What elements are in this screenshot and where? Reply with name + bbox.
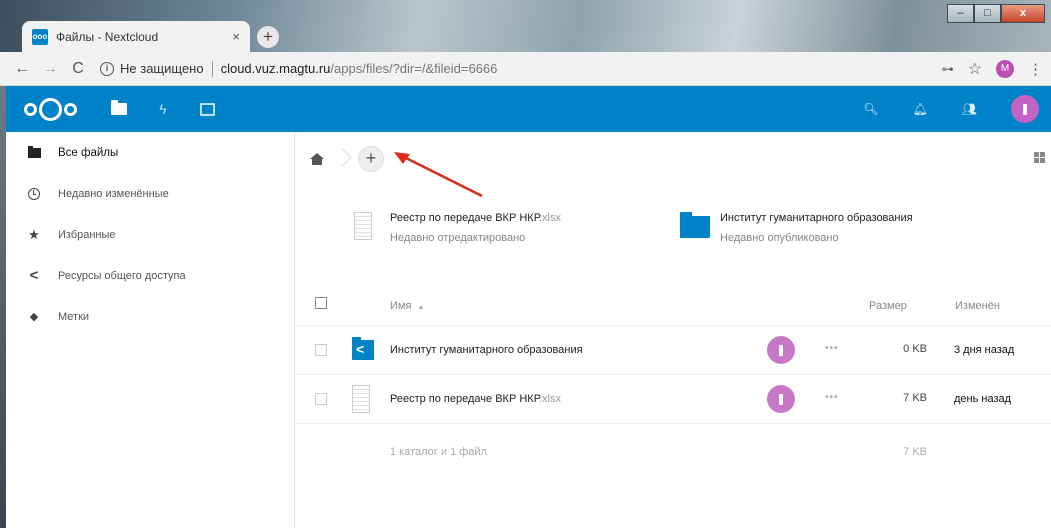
- maximize-button[interactable]: □: [974, 4, 1001, 23]
- header-actions: 🔍︎ 🔔︎ 👥︎: [863, 95, 1039, 123]
- sidebar-item-label: Все файлы: [58, 146, 119, 159]
- recent-item[interactable]: Институт гуманитарного образования Недав…: [680, 212, 913, 244]
- summary-size: 7 KB: [903, 446, 927, 458]
- breadcrumb: +: [310, 146, 384, 172]
- file-size: 0 KB: [903, 343, 927, 355]
- nextcloud-header: ϟ 🔍︎ 🔔︎ 👥︎: [0, 86, 1051, 132]
- nextcloud-favicon-icon: ooo: [32, 28, 48, 45]
- row-checkbox[interactable]: [315, 393, 327, 405]
- file-actions-icon[interactable]: •••: [825, 343, 839, 354]
- file-actions-icon[interactable]: •••: [825, 392, 839, 403]
- url-path: /apps/files/?dir=/&fileid=6666: [330, 61, 498, 76]
- new-tab-button[interactable]: +: [257, 26, 279, 48]
- info-icon[interactable]: i: [100, 61, 114, 76]
- file-modified: день назад: [954, 393, 1012, 405]
- recent-item-subtitle: Недавно опубликовано: [720, 232, 839, 244]
- url-separator: [211, 60, 213, 77]
- url-field[interactable]: i Не защищено cloud.vuz.magtu.ru /apps/f…: [100, 60, 942, 77]
- reload-icon[interactable]: C: [64, 60, 92, 78]
- sidebar-item-label: Избранные: [58, 228, 116, 241]
- forward-icon[interactable]: →: [36, 60, 64, 78]
- window-controls: – □ x: [947, 4, 1045, 23]
- minimize-button[interactable]: –: [947, 4, 974, 23]
- clock-icon: [26, 187, 42, 200]
- sidebar-item-shares[interactable]: < Ресурсы общего доступа: [6, 255, 294, 296]
- contacts-icon[interactable]: 👥︎: [962, 102, 977, 116]
- key-icon[interactable]: ⊶: [942, 62, 954, 76]
- sidebar-item-recent[interactable]: Недавно изменённые: [6, 173, 294, 214]
- tab-title: Файлы - Nextcloud: [56, 29, 159, 44]
- grid-view-icon[interactable]: [1034, 152, 1045, 163]
- search-icon[interactable]: 🔍︎: [863, 102, 878, 116]
- share-icon: <: [29, 267, 39, 284]
- url-host: cloud.vuz.magtu.ru: [220, 61, 331, 76]
- new-file-button[interactable]: +: [358, 146, 384, 172]
- close-window-button[interactable]: x: [1001, 4, 1045, 23]
- sidebar-item-label: Ресурсы общего доступа: [58, 269, 186, 282]
- file-modified: 3 дня назад: [954, 344, 1015, 356]
- sidebar-item-label: Недавно изменённые: [58, 187, 169, 200]
- files-main: + Реестр по передаче ВКР НКР.xlsx Недавн…: [296, 132, 1051, 528]
- back-icon[interactable]: ←: [8, 60, 36, 78]
- star-icon: ★: [28, 226, 40, 242]
- browser-actions: ⊶ ☆ M ⋮: [942, 59, 1043, 79]
- recent-item-name: Реестр по передаче ВКР НКР.xlsx: [390, 212, 561, 224]
- row-checkbox[interactable]: [315, 344, 327, 356]
- files-app-icon[interactable]: [110, 100, 128, 117]
- profile-avatar[interactable]: M: [996, 59, 1014, 78]
- summary-text: 1 каталог и 1 файл: [390, 446, 487, 458]
- browser-titlebar: ooo Файлы - Nextcloud × + – □ x: [0, 0, 1051, 52]
- app-sidebar: Все файлы Недавно изменённые ★ Избранные…: [6, 132, 295, 528]
- shared-with-avatar[interactable]: [767, 385, 795, 413]
- spreadsheet-icon: [354, 212, 372, 240]
- sidebar-item-favorites[interactable]: ★ Избранные: [6, 214, 294, 255]
- security-label: Не защищено: [120, 61, 204, 76]
- browser-tab[interactable]: ooo Файлы - Nextcloud ×: [22, 21, 250, 52]
- address-bar: ← → C i Не защищено cloud.vuz.magtu.ru /…: [0, 52, 1051, 86]
- file-size: 7 KB: [903, 392, 927, 404]
- table-row[interactable]: Реестр по передаче ВКР НКР.xlsx ••• 7 KB…: [296, 375, 1051, 424]
- select-all-checkbox[interactable]: [315, 297, 327, 309]
- recent-item[interactable]: Реестр по передаче ВКР НКР.xlsx Недавно …: [354, 212, 561, 244]
- breadcrumb-separator: [336, 148, 348, 170]
- file-name[interactable]: Институт гуманитарного образования: [390, 344, 583, 356]
- folder-icon: [26, 145, 42, 158]
- sidebar-item-label: Метки: [58, 310, 90, 323]
- recent-item-name: Институт гуманитарного образования: [720, 212, 913, 224]
- notifications-icon[interactable]: 🔔︎: [913, 102, 928, 116]
- recent-item-subtitle: Недавно отредактировано: [390, 232, 526, 244]
- activity-app-icon[interactable]: ϟ: [154, 101, 172, 117]
- column-name-header[interactable]: Имя ▲: [390, 300, 424, 312]
- column-modified-header[interactable]: Изменён: [955, 300, 1000, 312]
- file-name[interactable]: Реестр по передаче ВКР НКР.xlsx: [390, 393, 561, 405]
- table-row[interactable]: < Институт гуманитарного образования •••…: [296, 326, 1051, 375]
- tag-icon: ◆: [29, 311, 39, 323]
- browser-menu-icon[interactable]: ⋮: [1028, 60, 1043, 78]
- column-size-header[interactable]: Размер: [869, 300, 907, 312]
- home-icon[interactable]: [310, 153, 324, 165]
- folder-icon: [680, 212, 710, 238]
- shared-folder-icon: <: [352, 336, 374, 360]
- sort-ascending-icon: ▲: [417, 304, 425, 311]
- close-tab-icon[interactable]: ×: [232, 29, 240, 44]
- nextcloud-logo-icon[interactable]: [24, 97, 84, 121]
- file-list-header: Имя ▲ Размер Изменён: [296, 288, 1051, 326]
- spreadsheet-icon: [352, 385, 370, 413]
- gallery-app-icon[interactable]: [198, 101, 216, 117]
- shared-with-avatar[interactable]: [767, 336, 795, 364]
- user-avatar[interactable]: [1011, 95, 1039, 123]
- sidebar-item-tags[interactable]: ◆ Метки: [6, 296, 294, 337]
- bookmark-star-icon[interactable]: ☆: [968, 59, 982, 79]
- file-list-summary: 1 каталог и 1 файл 7 KB: [296, 438, 1051, 468]
- sidebar-item-all-files[interactable]: Все файлы: [6, 132, 294, 173]
